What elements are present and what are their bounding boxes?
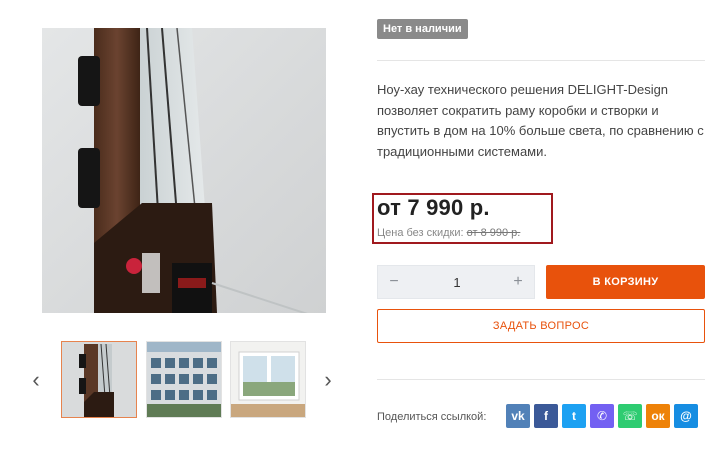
- quantity-stepper: − +: [377, 265, 535, 299]
- chevron-left-icon: ‹: [32, 367, 40, 392]
- divider: [377, 379, 705, 380]
- thumbnail-interior[interactable]: [230, 341, 306, 418]
- thumbnail-building[interactable]: [146, 341, 222, 418]
- quantity-input[interactable]: [410, 266, 504, 298]
- chevron-right-icon: ›: [324, 367, 332, 392]
- stock-status-badge: Нет в наличии: [377, 19, 468, 39]
- thumbnail-profile[interactable]: [61, 341, 137, 418]
- twitter-icon[interactable]: t: [562, 404, 586, 428]
- quantity-increase-button[interactable]: +: [502, 266, 534, 300]
- ask-question-button[interactable]: ЗАДАТЬ ВОПРОС: [377, 309, 705, 343]
- whatsapp-icon[interactable]: ☏: [618, 404, 642, 428]
- facebook-icon[interactable]: f: [534, 404, 558, 428]
- thumbnail-interior-image: [231, 342, 305, 417]
- old-price: от 8 990 р.: [466, 227, 521, 239]
- share-icons: vk f t ✆ ☏ ок @: [506, 404, 698, 428]
- old-price-label: Цена без скидки:: [377, 227, 464, 239]
- product-price: от 7 990 р.: [377, 195, 490, 220]
- product-description: Ноу-хау технического решения DELIGHT-Des…: [377, 82, 704, 159]
- quantity-decrease-button[interactable]: −: [378, 266, 410, 300]
- thumbnail-profile-image: [62, 342, 136, 417]
- viber-icon[interactable]: ✆: [590, 404, 614, 428]
- old-price-line: Цена без скидки: от 8 990 р.: [377, 227, 520, 239]
- divider: [377, 60, 705, 61]
- odnoklassniki-icon[interactable]: ок: [646, 404, 670, 428]
- window-profile-illustration: [78, 28, 308, 313]
- share-label: Поделиться ссылкой:: [377, 411, 487, 423]
- thumbnail-building-image: [147, 342, 221, 417]
- product-main-image[interactable]: [42, 28, 326, 313]
- gallery-prev-arrow[interactable]: ‹: [28, 367, 44, 392]
- thumbnail-gallery: ‹ ›: [28, 341, 344, 419]
- gallery-next-arrow[interactable]: ›: [320, 367, 336, 392]
- moimir-icon[interactable]: @: [674, 404, 698, 428]
- vk-icon[interactable]: vk: [506, 404, 530, 428]
- add-to-cart-button[interactable]: В КОРЗИНУ: [546, 265, 705, 299]
